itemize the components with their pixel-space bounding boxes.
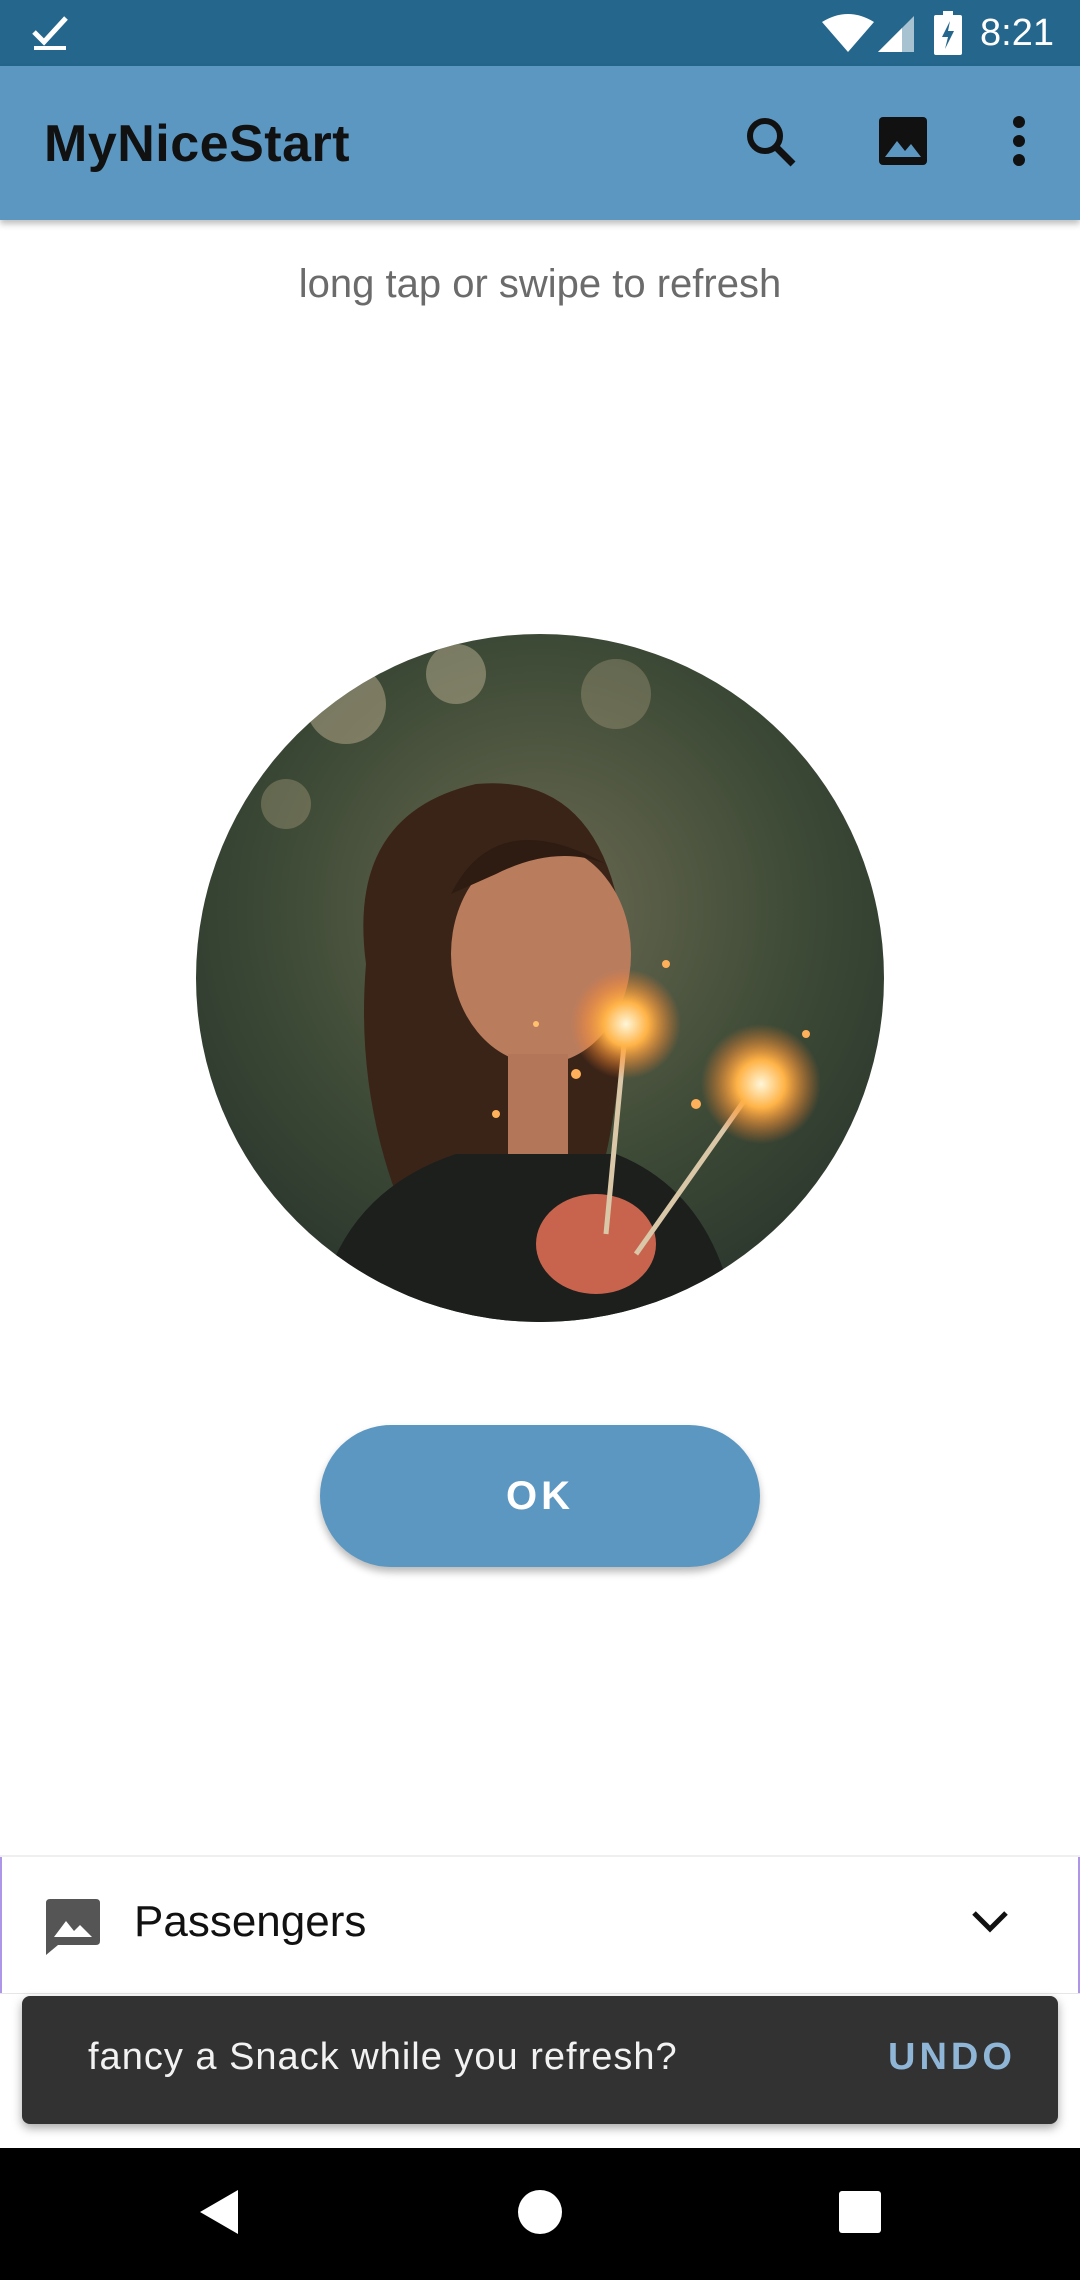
back-button[interactable] [192,2186,248,2242]
image-icon [44,1897,102,1959]
app-title: MyNiceStart [44,115,351,173]
snackbar-message: fancy a Snack while you refresh? [88,2036,678,2078]
more-options-button[interactable] [984,108,1054,178]
battery-charging-icon [934,11,962,59]
back-icon [198,2188,242,2240]
recents-icon [838,2190,882,2238]
image-button[interactable] [868,108,938,178]
cell-signal-icon [876,14,916,58]
status-time: 8:21 [980,12,1054,54]
check-icon [30,12,70,56]
dropdown-selected-value: Passengers [134,1897,367,1946]
navigation-bar [0,2148,1080,2280]
profile-photo[interactable] [196,634,884,1322]
snackbar: fancy a Snack while you refresh? UNDO [22,1996,1058,2124]
undo-button[interactable]: UNDO [888,2036,1016,2079]
image-icon [877,115,929,171]
passengers-dropdown[interactable]: Passengers [0,1855,1080,1993]
recents-button[interactable] [832,2186,888,2242]
home-button[interactable] [512,2186,568,2242]
search-button[interactable] [735,108,805,178]
app-bar: MyNiceStart [0,66,1080,220]
ok-button[interactable]: OK [320,1425,760,1567]
search-icon [743,114,797,172]
status-bar: 8:21 [0,0,1080,66]
divider [0,1857,2,1993]
chevron-down-icon[interactable] [970,1907,1010,1939]
home-icon [517,2189,563,2239]
refresh-hint: long tap or swipe to refresh [298,262,782,306]
more-vert-icon [1009,115,1029,171]
wifi-icon [820,14,876,58]
